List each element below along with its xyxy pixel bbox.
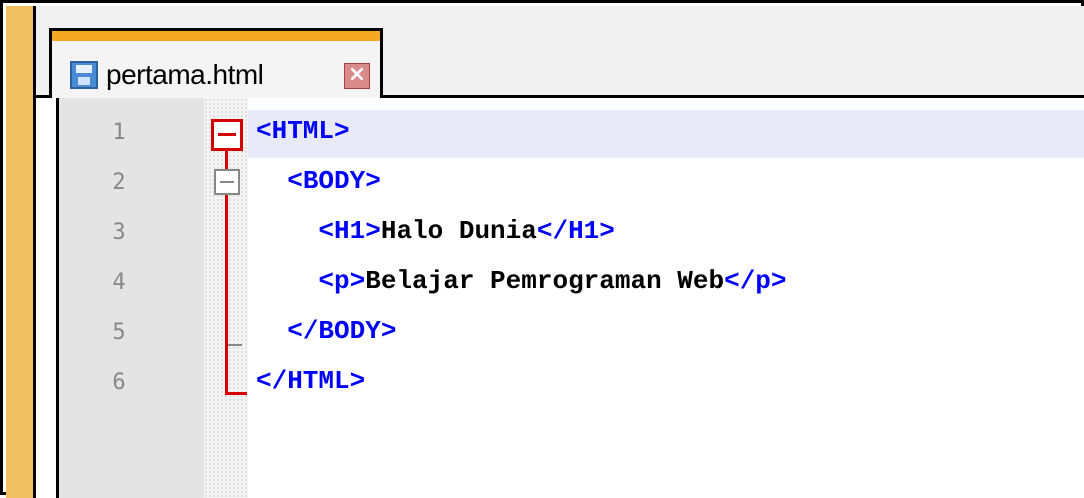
html-tag-token: </p> [724, 266, 787, 296]
close-icon[interactable]: × [344, 63, 370, 89]
current-line-highlight [248, 110, 1084, 158]
text-token: Halo Dunia [380, 216, 537, 246]
fold-line [225, 151, 228, 169]
fold-end-tick [228, 344, 242, 346]
code-line[interactable]: <HTML> [256, 116, 350, 146]
code-line[interactable]: </BODY> [256, 316, 396, 346]
fold-end-line [225, 392, 247, 395]
code-editor[interactable]: 1 2 3 4 5 6 <HTML> <BODY> <H1>Halo Dunia</H1>… [36, 98, 1084, 498]
html-tag-token: <HTML> [256, 116, 350, 146]
code-line[interactable]: <H1>Halo Dunia</H1> [256, 216, 615, 246]
html-tag-token: <H1> [318, 216, 381, 246]
tab-label: pertama.html [106, 59, 264, 90]
code-line[interactable]: <p>Belajar Pemrograman Web</p> [256, 266, 787, 296]
fold-toggle-body[interactable] [214, 169, 240, 195]
html-tag-token: </HTML> [256, 366, 366, 396]
html-tag-token: <p> [318, 266, 366, 296]
code-line[interactable]: </HTML> [256, 366, 365, 396]
tab-bar: pertama.html × [36, 6, 1084, 98]
line-number: 6 [112, 370, 126, 395]
line-number-gutter [59, 98, 204, 498]
gutter-border [56, 98, 59, 498]
html-tag-token: </H1> [536, 216, 615, 246]
tab-pertama-html[interactable]: pertama.html × [49, 28, 383, 98]
line-number: 2 [112, 170, 126, 195]
fold-line [225, 195, 228, 395]
line-number: 5 [112, 320, 126, 345]
active-tab-accent [52, 31, 380, 41]
line-number: 1 [112, 120, 126, 145]
floppy-disk-icon [70, 61, 98, 89]
line-number: 3 [112, 220, 126, 245]
html-tag-token: </BODY> [287, 316, 397, 346]
html-tag-token: <BODY> [287, 166, 381, 196]
text-token: Belajar Pemrograman Web [365, 266, 725, 296]
line-number: 4 [112, 270, 126, 295]
code-line[interactable]: <BODY> [256, 166, 381, 196]
fold-toggle-html[interactable] [211, 119, 243, 151]
window-side-bar [6, 6, 36, 498]
editor-window: pertama.html × 1 2 3 4 5 6 <HTML> <BODY> <H1>… [0, 0, 1084, 498]
